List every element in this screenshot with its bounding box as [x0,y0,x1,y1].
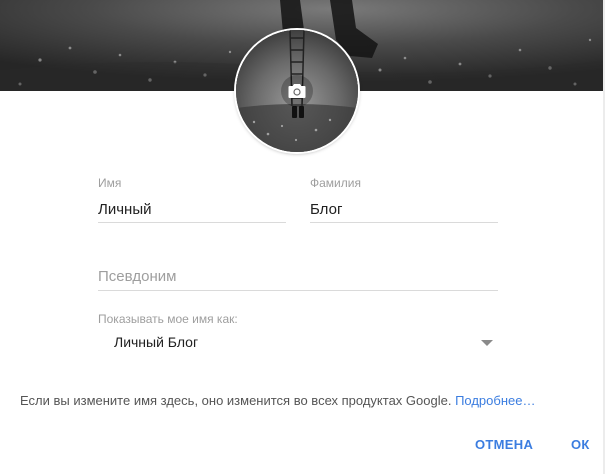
dropdown-arrow-icon[interactable] [481,340,493,346]
nickname-underline [98,290,498,291]
info-text: Если вы измените имя здесь, оно изменитс… [20,393,456,408]
cancel-button[interactable]: ОТМЕНА [475,437,533,452]
last-name-input[interactable]: Блог [310,201,342,218]
display-as-select[interactable]: Личный Блог [114,334,198,350]
first-name-input[interactable]: Личный [98,201,151,218]
last-name-label: Фамилия [310,176,361,190]
camera-icon [288,84,306,98]
info-message: Если вы измените имя здесь, оно изменитс… [20,393,535,408]
learn-more-link[interactable]: Подробнее… [455,393,535,408]
first-name-label: Имя [98,176,122,190]
ok-button[interactable]: ОК [571,437,590,452]
first-name-underline [98,222,286,223]
nickname-input[interactable]: Псевдоним [98,268,177,285]
profile-avatar[interactable] [236,30,358,152]
display-as-label: Показывать мое имя как: [98,312,238,326]
edit-name-dialog: Имя Личный Фамилия Блог Псевдоним Показы… [0,0,605,474]
last-name-underline [310,222,498,223]
change-photo-button[interactable] [281,75,313,107]
